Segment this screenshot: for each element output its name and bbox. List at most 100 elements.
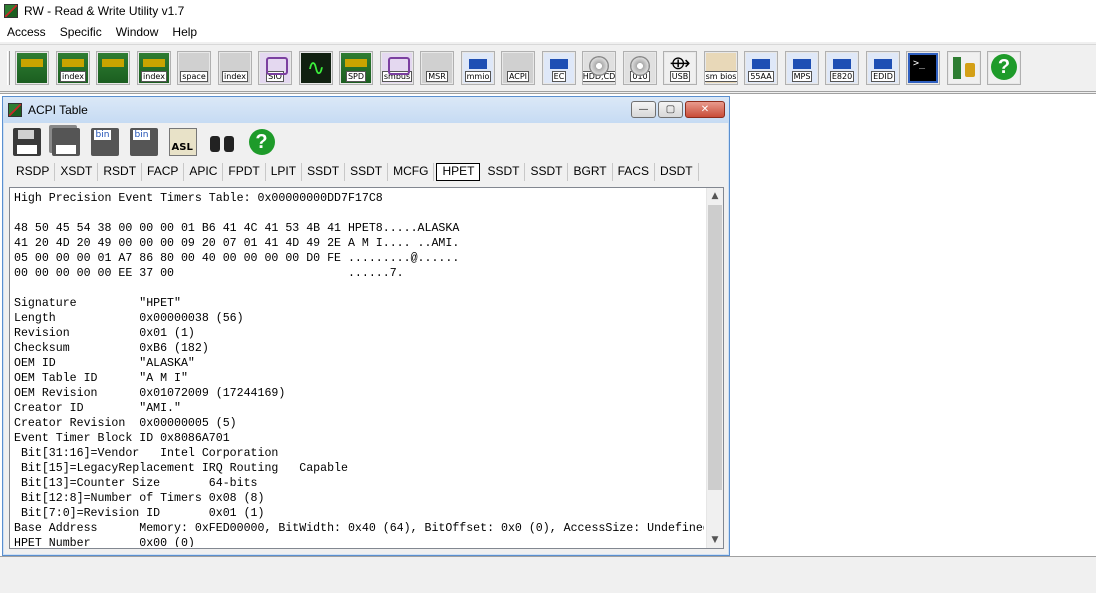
save-bin-button[interactable]: bin xyxy=(89,126,120,157)
edid-button[interactable]: EDID xyxy=(866,51,900,85)
tab-ssdt[interactable]: SSDT xyxy=(482,163,526,181)
icon-label: ASL xyxy=(171,141,193,153)
hdd-button[interactable]: HDD,CD xyxy=(582,51,616,85)
hdd-icon: HDD,CD xyxy=(583,53,615,83)
text-line: 05 00 00 00 01 A7 86 80 00 40 00 00 00 0… xyxy=(14,252,460,265)
close-button[interactable]: ✕ xyxy=(685,101,725,118)
55aa-button[interactable]: 55AA xyxy=(744,51,778,85)
app-title: RW - Read & Write Utility v1.7 xyxy=(24,4,185,18)
scroll-down-icon[interactable]: ▼ xyxy=(707,532,723,548)
save-bin-icon: bin xyxy=(90,127,119,156)
toolbar-icon-label: mmio xyxy=(464,71,492,82)
text-line xyxy=(14,206,704,221)
spd-button[interactable]: SPD xyxy=(339,51,373,85)
pci-index-icon: index xyxy=(139,53,169,83)
find-button[interactable] xyxy=(206,126,237,157)
text-line: OEM Table ID "A M I" xyxy=(14,372,188,385)
tab-ssdt[interactable]: SSDT xyxy=(302,163,346,181)
acpi-table-window: ACPI Table — ▢ ✕ binbinASL RSDPXSDTRSDTF… xyxy=(2,96,730,556)
menubar: Access Specific Window Help xyxy=(0,22,1096,42)
text-line: Bit[12:8]=Number of Timers 0x08 (8) xyxy=(14,492,265,505)
sio-button[interactable]: SIO xyxy=(258,51,292,85)
msr-button[interactable]: MSR xyxy=(420,51,454,85)
tab-fpdt[interactable]: FPDT xyxy=(223,163,266,181)
memory-index-button[interactable]: index xyxy=(56,51,90,85)
cmos-button[interactable]: 010 xyxy=(623,51,657,85)
toolbar-grip[interactable] xyxy=(7,51,10,85)
scroll-thumb[interactable] xyxy=(708,205,722,490)
55aa-icon: 55AA xyxy=(746,53,776,83)
text-line: 41 20 4D 20 49 00 00 00 09 20 07 01 41 4… xyxy=(14,237,460,250)
menu-help[interactable]: Help xyxy=(165,25,204,39)
toolbar-icon-label: smbus xyxy=(381,71,413,82)
scroll-up-icon[interactable]: ▲ xyxy=(707,188,723,204)
save-button[interactable] xyxy=(11,126,42,157)
text-line: HPET Number 0x00 (0) xyxy=(14,537,195,547)
help-button[interactable] xyxy=(987,51,1021,85)
tab-mcfg[interactable]: MCFG xyxy=(388,163,435,181)
tab-xsdt[interactable]: XSDT xyxy=(55,163,99,181)
toolbar-icon-label: ACPI xyxy=(506,71,530,82)
pci-button[interactable] xyxy=(96,51,130,85)
toolbar-icon-label: MSR xyxy=(426,71,448,82)
io-index-button[interactable]: index xyxy=(218,51,252,85)
vertical-scrollbar[interactable]: ▲ ▼ xyxy=(706,188,723,548)
tab-ssdt[interactable]: SSDT xyxy=(525,163,569,181)
tab-rsdt[interactable]: RSDT xyxy=(98,163,143,181)
tab-apic[interactable]: APIC xyxy=(184,163,224,181)
acpi-window-titlebar[interactable]: ACPI Table — ▢ ✕ xyxy=(3,97,729,123)
smbios-button[interactable]: sm bios xyxy=(704,51,738,85)
menu-window[interactable]: Window xyxy=(109,25,166,39)
maximize-button[interactable]: ▢ xyxy=(658,101,683,118)
app-titlebar: RW - Read & Write Utility v1.7 xyxy=(0,0,1096,22)
ec-button[interactable]: EC xyxy=(542,51,576,85)
tab-dsdt[interactable]: DSDT xyxy=(655,163,699,181)
toolbar-icon-label: MPS xyxy=(791,71,813,82)
io-space-button[interactable]: space xyxy=(177,51,211,85)
table-text-panel[interactable]: High Precision Event Timers Table: 0x000… xyxy=(9,187,724,549)
tab-ssdt[interactable]: SSDT xyxy=(345,163,389,181)
tab-facp[interactable]: FACP xyxy=(142,163,185,181)
minimize-button[interactable]: — xyxy=(631,101,656,118)
text-line: Bit[7:0]=Revision ID 0x01 (1) xyxy=(14,507,265,520)
mmio-button[interactable]: mmio xyxy=(461,51,495,85)
tab-rsdp[interactable]: RSDP xyxy=(11,163,56,181)
memory-button[interactable] xyxy=(15,51,49,85)
e820-button[interactable]: E820 xyxy=(825,51,859,85)
asl-button[interactable]: ASL xyxy=(167,126,198,157)
toolbar-icon-label: 55AA xyxy=(748,71,774,82)
table-text-content: High Precision Event Timers Table: 0x000… xyxy=(14,191,704,547)
pci-icon xyxy=(98,53,128,83)
help-button[interactable] xyxy=(245,126,276,157)
save-icon xyxy=(12,127,41,156)
io-space-icon: space xyxy=(179,53,209,83)
tab-facs[interactable]: FACS xyxy=(613,163,655,181)
menu-specific[interactable]: Specific xyxy=(53,25,109,39)
acpi-button[interactable]: ACPI xyxy=(501,51,535,85)
toolbar-icon-label: E820 xyxy=(829,71,855,82)
icon-label: bin xyxy=(93,129,112,140)
text-line: Revision 0x01 (1) xyxy=(14,327,195,340)
window-controls: — ▢ ✕ xyxy=(631,101,725,118)
command-icon xyxy=(908,53,938,83)
save-all-bin-button[interactable]: bin xyxy=(128,126,159,157)
smbus-button[interactable]: smbus xyxy=(380,51,414,85)
toolbar-icon-label: index xyxy=(222,71,248,82)
menu-access[interactable]: Access xyxy=(0,25,53,39)
main-toolbar: index index space index SIO SPD smbus MSR mmio AC… xyxy=(0,44,1096,92)
usb-button[interactable]: USB xyxy=(663,51,697,85)
pci-index-button[interactable]: index xyxy=(137,51,171,85)
text-line: High Precision Event Timers Table: 0x000… xyxy=(14,192,383,205)
text-line: Bit[13]=Counter Size 64-bits xyxy=(14,477,258,490)
save-all-button[interactable] xyxy=(50,126,81,157)
mps-button[interactable]: MPS xyxy=(785,51,819,85)
tab-bgrt[interactable]: BGRT xyxy=(568,163,613,181)
command-button[interactable] xyxy=(906,51,940,85)
window-title: ACPI Table xyxy=(28,103,88,117)
lock-button[interactable] xyxy=(947,51,981,85)
save-all-icon xyxy=(51,127,80,156)
tab-hpet[interactable]: HPET xyxy=(436,163,481,181)
text-line: 48 50 45 54 38 00 00 00 01 B6 41 4C 41 5… xyxy=(14,222,460,235)
tab-lpit[interactable]: LPIT xyxy=(266,163,303,181)
oscilloscope-button[interactable] xyxy=(299,51,333,85)
